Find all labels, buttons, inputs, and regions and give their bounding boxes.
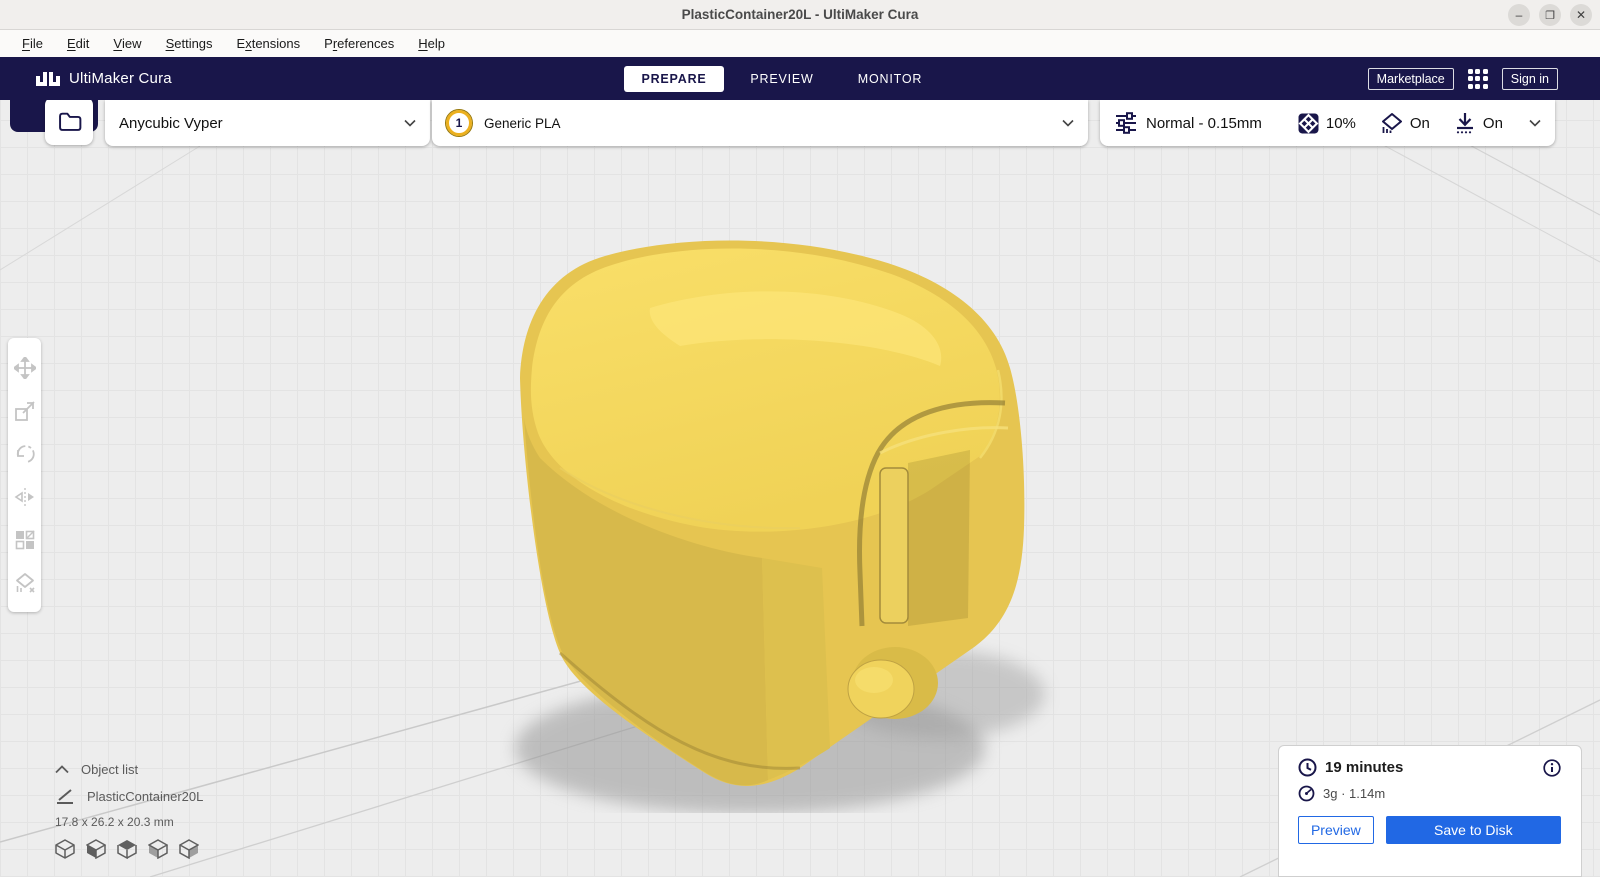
infill-icon (1298, 113, 1319, 134)
brand: UltiMaker Cura (35, 57, 172, 100)
menu-item-preferences[interactable]: Preferences (312, 30, 406, 57)
print-action-panel: 19 minutes 3g · 1.14m Preview Save to Di… (1278, 745, 1582, 877)
rotate-tool-button[interactable] (13, 442, 37, 466)
per-model-settings-icon (14, 529, 36, 551)
move-tool-button[interactable] (13, 356, 37, 380)
support-summary: On (1380, 112, 1430, 134)
object-list-item[interactable]: PlasticContainer20L (55, 788, 203, 804)
support-blocker-button[interactable] (13, 571, 37, 595)
menu-item-file[interactable]: File (10, 30, 55, 57)
maximize-button[interactable]: ❐ (1539, 4, 1561, 26)
material-selector[interactable]: 1 Generic PLA (432, 100, 1088, 146)
menu-item-settings[interactable]: Settings (154, 30, 225, 57)
tool-column (8, 338, 41, 612)
open-file-button[interactable] (45, 97, 93, 145)
chevron-down-icon (1529, 119, 1541, 127)
support-blocker-icon (14, 572, 36, 594)
adhesion-icon (1454, 112, 1476, 134)
profile-name: Normal - 0.15mm (1146, 115, 1262, 132)
close-icon: ✕ (1576, 8, 1586, 22)
adhesion-value: On (1483, 115, 1503, 132)
window-title: PlasticContainer20L - UltiMaker Cura (682, 7, 919, 22)
save-to-disk-button[interactable]: Save to Disk (1386, 816, 1561, 844)
tab-monitor[interactable]: MONITOR (840, 66, 940, 92)
object-list-header: Object list (81, 762, 138, 777)
extruder-badge: 1 (446, 110, 472, 136)
sign-in-button[interactable]: Sign in (1502, 68, 1558, 90)
object-icon (55, 788, 75, 804)
view-top-icon[interactable] (117, 839, 137, 859)
menu-item-view[interactable]: View (101, 30, 153, 57)
minimize-button[interactable]: – (1508, 4, 1530, 26)
model-render (500, 228, 1060, 813)
chevron-down-icon (1062, 119, 1074, 127)
menu-item-extensions[interactable]: Extensions (225, 30, 313, 57)
menu-bar: FileEditViewSettingsExtensionsPreference… (0, 30, 1600, 57)
mirror-icon (14, 486, 36, 508)
support-value: On (1410, 115, 1430, 132)
object-list-toggle[interactable]: Object list (55, 762, 203, 777)
infill-summary: 10% (1298, 113, 1356, 134)
folder-icon (56, 108, 82, 134)
close-button[interactable]: ✕ (1570, 4, 1592, 26)
object-list-panel: Object list PlasticContainer20L 17.8 x 2… (55, 762, 203, 859)
material-name: Generic PLA (484, 116, 1062, 131)
infill-value: 10% (1326, 115, 1356, 132)
stage-menu: PREPARE PREVIEW MONITOR (624, 65, 940, 92)
maximize-icon: ❐ (1545, 9, 1555, 22)
material-usage-estimate: 3g · 1.14m (1323, 786, 1385, 801)
model-plasticcontainer20l[interactable] (500, 228, 1060, 813)
minimize-icon: – (1516, 8, 1523, 22)
scale-tool-button[interactable] (13, 399, 37, 423)
print-settings-selector[interactable]: Normal - 0.15mm 10% On (1100, 100, 1555, 146)
rotate-icon (14, 443, 36, 465)
print-time-estimate: 19 minutes (1325, 759, 1535, 776)
preview-button[interactable]: Preview (1298, 816, 1374, 844)
menu-item-edit[interactable]: Edit (55, 30, 101, 57)
tab-prepare[interactable]: PREPARE (624, 66, 724, 92)
per-model-settings-button[interactable] (13, 528, 37, 552)
move-icon (14, 357, 36, 379)
info-icon[interactable] (1543, 759, 1561, 777)
marketplace-button[interactable]: Marketplace (1368, 68, 1454, 90)
scale-icon (14, 400, 36, 422)
view-front-icon[interactable] (86, 839, 106, 859)
object-name: PlasticContainer20L (87, 789, 203, 804)
view-right-icon[interactable] (179, 839, 199, 859)
support-icon (1380, 112, 1403, 134)
adhesion-summary: On (1454, 112, 1503, 134)
clock-icon (1298, 758, 1317, 777)
object-dimensions: 17.8 x 26.2 x 20.3 mm (55, 815, 203, 829)
printer-selector[interactable]: Anycubic Vyper (105, 100, 430, 146)
sliders-icon (1114, 112, 1138, 134)
tab-preview[interactable]: PREVIEW (732, 66, 832, 92)
app-header: UltiMaker Cura PREPARE PREVIEW MONITOR M… (0, 57, 1600, 100)
ultimaker-logo-icon (35, 70, 61, 88)
view-left-icon[interactable] (148, 839, 168, 859)
camera-view-buttons (55, 839, 203, 859)
menu-item-help[interactable]: Help (406, 30, 457, 57)
extruder-number: 1 (456, 116, 463, 130)
brand-name: UltiMaker Cura (69, 70, 172, 87)
mirror-tool-button[interactable] (13, 485, 37, 509)
spool-icon (1298, 785, 1315, 802)
window-titlebar[interactable]: PlasticContainer20L - UltiMaker Cura – ❐… (0, 0, 1600, 30)
printer-name: Anycubic Vyper (119, 115, 404, 132)
chevron-down-icon (404, 119, 416, 127)
apps-grid-icon[interactable] (1468, 69, 1488, 89)
view-3d-icon[interactable] (55, 839, 75, 859)
chevron-up-icon (55, 765, 69, 774)
